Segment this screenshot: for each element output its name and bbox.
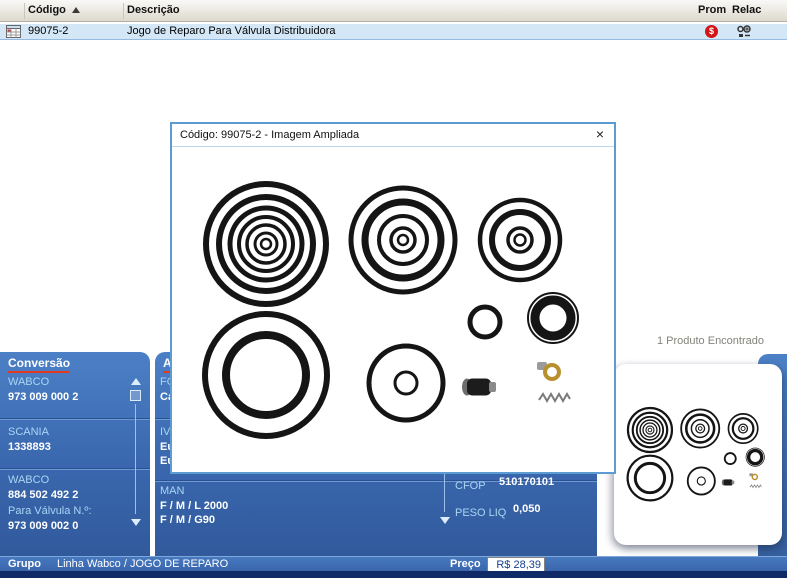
scrollbar-thumb[interactable] <box>130 390 141 401</box>
product-description: Jogo de Reparo Para Válvula Distribuidor… <box>127 25 336 37</box>
app-window: Código Descrição Prom Relac 99075-2 Jogo… <box>0 0 787 578</box>
grupo-value: Linha Wabco / JOGO DE REPARO <box>57 558 228 570</box>
conversao-scrollbar[interactable] <box>129 376 142 546</box>
column-label-codigo: Código <box>28 4 66 16</box>
divider <box>0 418 150 420</box>
conversion-item: WABCO 973 009 000 2 <box>8 376 128 405</box>
conversion-code: 884 502 492 2 <box>8 489 128 503</box>
scroll-down-button[interactable] <box>438 514 451 526</box>
price-field[interactable]: R$ 28,39 <box>487 557 545 572</box>
conversion-brand: Para Válvula N.º: <box>8 505 128 520</box>
cfop-value: 510170101 <box>499 476 554 488</box>
product-row[interactable]: 99075-2 Jogo de Reparo Para Válvula Dist… <box>0 23 787 40</box>
grupo-label: Grupo <box>8 558 41 570</box>
column-header-descricao[interactable]: Descrição <box>127 4 180 16</box>
conversion-brand: WABCO <box>8 474 128 489</box>
divider <box>0 468 150 470</box>
cfop-label: CFOP <box>455 480 486 492</box>
application-model: F / M / G90 <box>160 514 593 528</box>
status-strip <box>0 571 787 578</box>
preco-label: Preço <box>450 558 481 570</box>
peso-field: PESO LIQ 0,050 <box>455 503 506 521</box>
header-separator <box>123 3 124 19</box>
sort-asc-icon <box>72 7 80 13</box>
conversao-panel: Conversão WABCO 973 009 000 2 SCANIA 133… <box>0 352 150 556</box>
results-count: 1 Produto Encontrado <box>657 335 764 347</box>
kit-image <box>182 154 612 454</box>
header-separator <box>24 3 25 19</box>
conversion-code: 1338893 <box>8 441 128 455</box>
table-header: Código Descrição Prom Relac <box>0 0 787 22</box>
product-image-card[interactable] <box>614 364 782 545</box>
modal-titlebar: Código: 99075-2 - Imagem Ampliada × <box>172 124 614 147</box>
scrollbar-track[interactable] <box>135 404 136 514</box>
close-icon[interactable]: × <box>592 127 608 143</box>
conversion-item: WABCO 884 502 492 2 <box>8 474 128 503</box>
conversion-code: 973 009 002 0 <box>8 520 128 534</box>
bottom-bar: Grupo Linha Wabco / JOGO DE REPARO Preço… <box>0 556 787 571</box>
product-code: 99075-2 <box>28 25 68 37</box>
scroll-up-button[interactable] <box>129 376 142 388</box>
peso-value: 0,050 <box>513 503 541 515</box>
cfop-field: CFOP 510170101 <box>455 476 486 494</box>
kit-thumbnail <box>619 397 777 507</box>
conversion-brand: SCANIA <box>8 426 128 441</box>
related-parts-icon[interactable] <box>737 25 751 41</box>
conversion-item: Para Válvula N.º: 973 009 002 0 <box>8 505 128 534</box>
peso-label: PESO LIQ <box>455 507 506 519</box>
column-header-relac[interactable]: Relac <box>732 4 761 16</box>
image-modal: Código: 99075-2 - Imagem Ampliada × <box>170 122 616 474</box>
promotion-icon[interactable]: $ <box>705 25 718 38</box>
column-header-codigo[interactable]: Código <box>28 4 80 16</box>
record-icon <box>6 25 21 41</box>
column-header-prom[interactable]: Prom <box>698 4 726 16</box>
conversao-title: Conversão <box>8 356 70 370</box>
scroll-down-button[interactable] <box>129 516 142 528</box>
modal-title: Código: 99075-2 - Imagem Ampliada <box>180 129 359 141</box>
conversion-code: 973 009 000 2 <box>8 391 128 405</box>
conversion-brand: WABCO <box>8 376 128 391</box>
conversion-item: SCANIA 1338893 <box>8 426 128 455</box>
